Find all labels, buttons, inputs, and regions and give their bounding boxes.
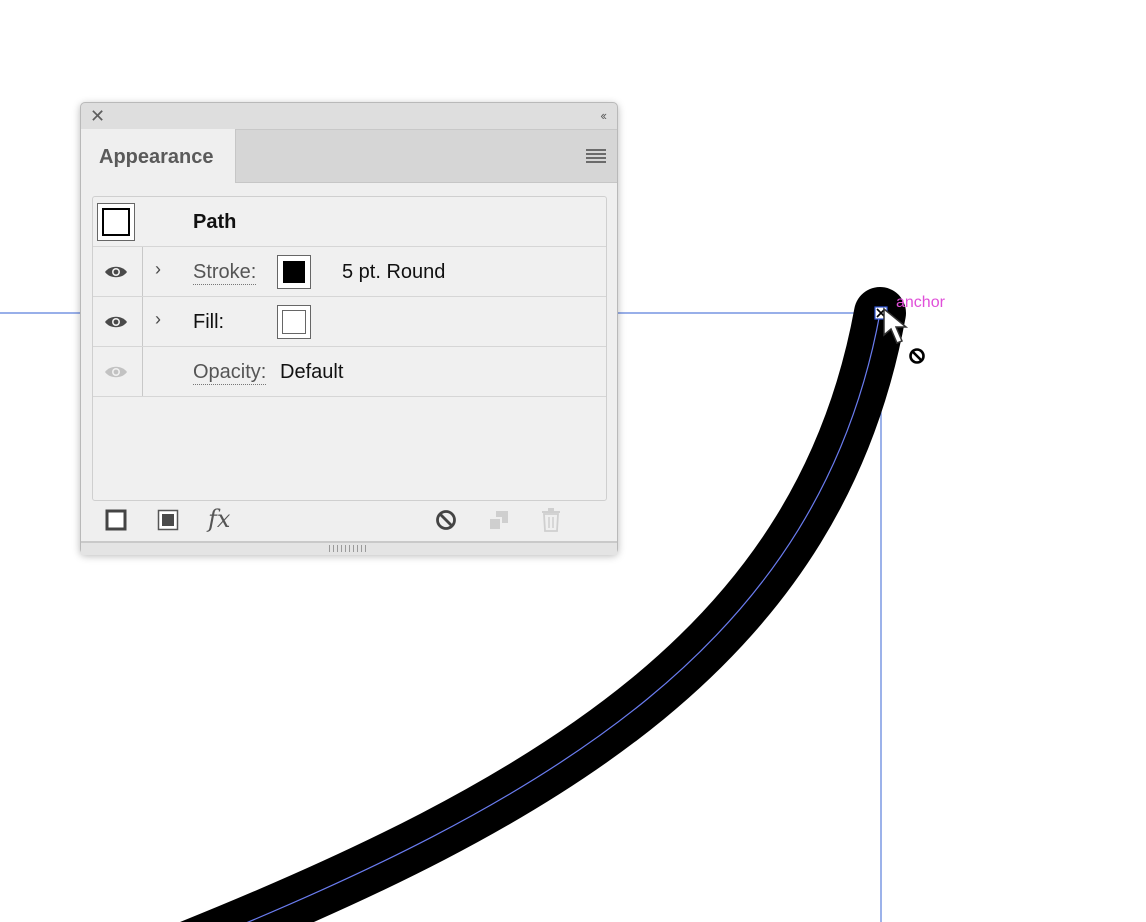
chevron-right-icon[interactable]: › bbox=[155, 259, 161, 280]
duplicate-item-icon bbox=[490, 511, 508, 529]
fill-row[interactable]: › Fill: bbox=[93, 297, 606, 347]
appearance-panel: ✕ ‹‹ Appearance Path › Stroke: 5 pt. Rou… bbox=[80, 102, 618, 555]
path-label: Path bbox=[193, 211, 237, 233]
fill-label: Fill: bbox=[193, 311, 225, 333]
path-icon bbox=[97, 203, 135, 241]
chevron-right-icon[interactable]: › bbox=[155, 309, 161, 330]
panel-titlebar[interactable]: ✕ ‹‹ bbox=[81, 103, 617, 129]
panel-footer bbox=[81, 581, 617, 621]
cursor-no-icon-slash bbox=[911, 350, 923, 362]
close-icon[interactable]: ✕ bbox=[90, 107, 105, 125]
path-header-row[interactable]: Path bbox=[93, 197, 606, 247]
panel-footer-icons: fx bbox=[81, 501, 617, 541]
panel-menu-icon[interactable] bbox=[586, 149, 606, 163]
panel-resize-grip[interactable] bbox=[81, 541, 617, 555]
clear-appearance-icon[interactable] bbox=[435, 509, 457, 531]
stroke-row[interactable]: › Stroke: 5 pt. Round bbox=[93, 247, 606, 297]
panel-body: Path › Stroke: 5 pt. Round › Fill: Opaci… bbox=[81, 183, 617, 541]
opacity-row[interactable]: Opacity: Default bbox=[93, 347, 606, 397]
stroke-label[interactable]: Stroke: bbox=[193, 261, 257, 285]
tab-appearance[interactable]: Appearance bbox=[81, 129, 236, 184]
stroke-color-swatch[interactable] bbox=[277, 255, 311, 289]
eye-icon-dimmed bbox=[105, 366, 127, 378]
appearance-list: Path › Stroke: 5 pt. Round › Fill: Opaci… bbox=[92, 196, 607, 501]
opacity-label[interactable]: Opacity: bbox=[193, 361, 267, 385]
smart-guide-label: anchor bbox=[896, 294, 945, 311]
opacity-value[interactable]: Default bbox=[280, 361, 343, 384]
tab-appearance-label: Appearance bbox=[99, 146, 214, 168]
eye-icon[interactable] bbox=[104, 314, 128, 330]
fill-color-swatch[interactable] bbox=[277, 305, 311, 339]
add-fill-icon[interactable] bbox=[157, 509, 179, 531]
fx-icon[interactable]: fx bbox=[208, 505, 230, 533]
eye-icon[interactable] bbox=[104, 264, 128, 280]
stroke-value[interactable]: 5 pt. Round bbox=[342, 261, 445, 284]
add-stroke-icon[interactable] bbox=[105, 509, 127, 531]
delete-item-icon bbox=[542, 508, 560, 532]
panel-tab-strip: Appearance bbox=[81, 129, 617, 184]
collapse-panel-icon[interactable]: ‹‹ bbox=[600, 108, 607, 123]
